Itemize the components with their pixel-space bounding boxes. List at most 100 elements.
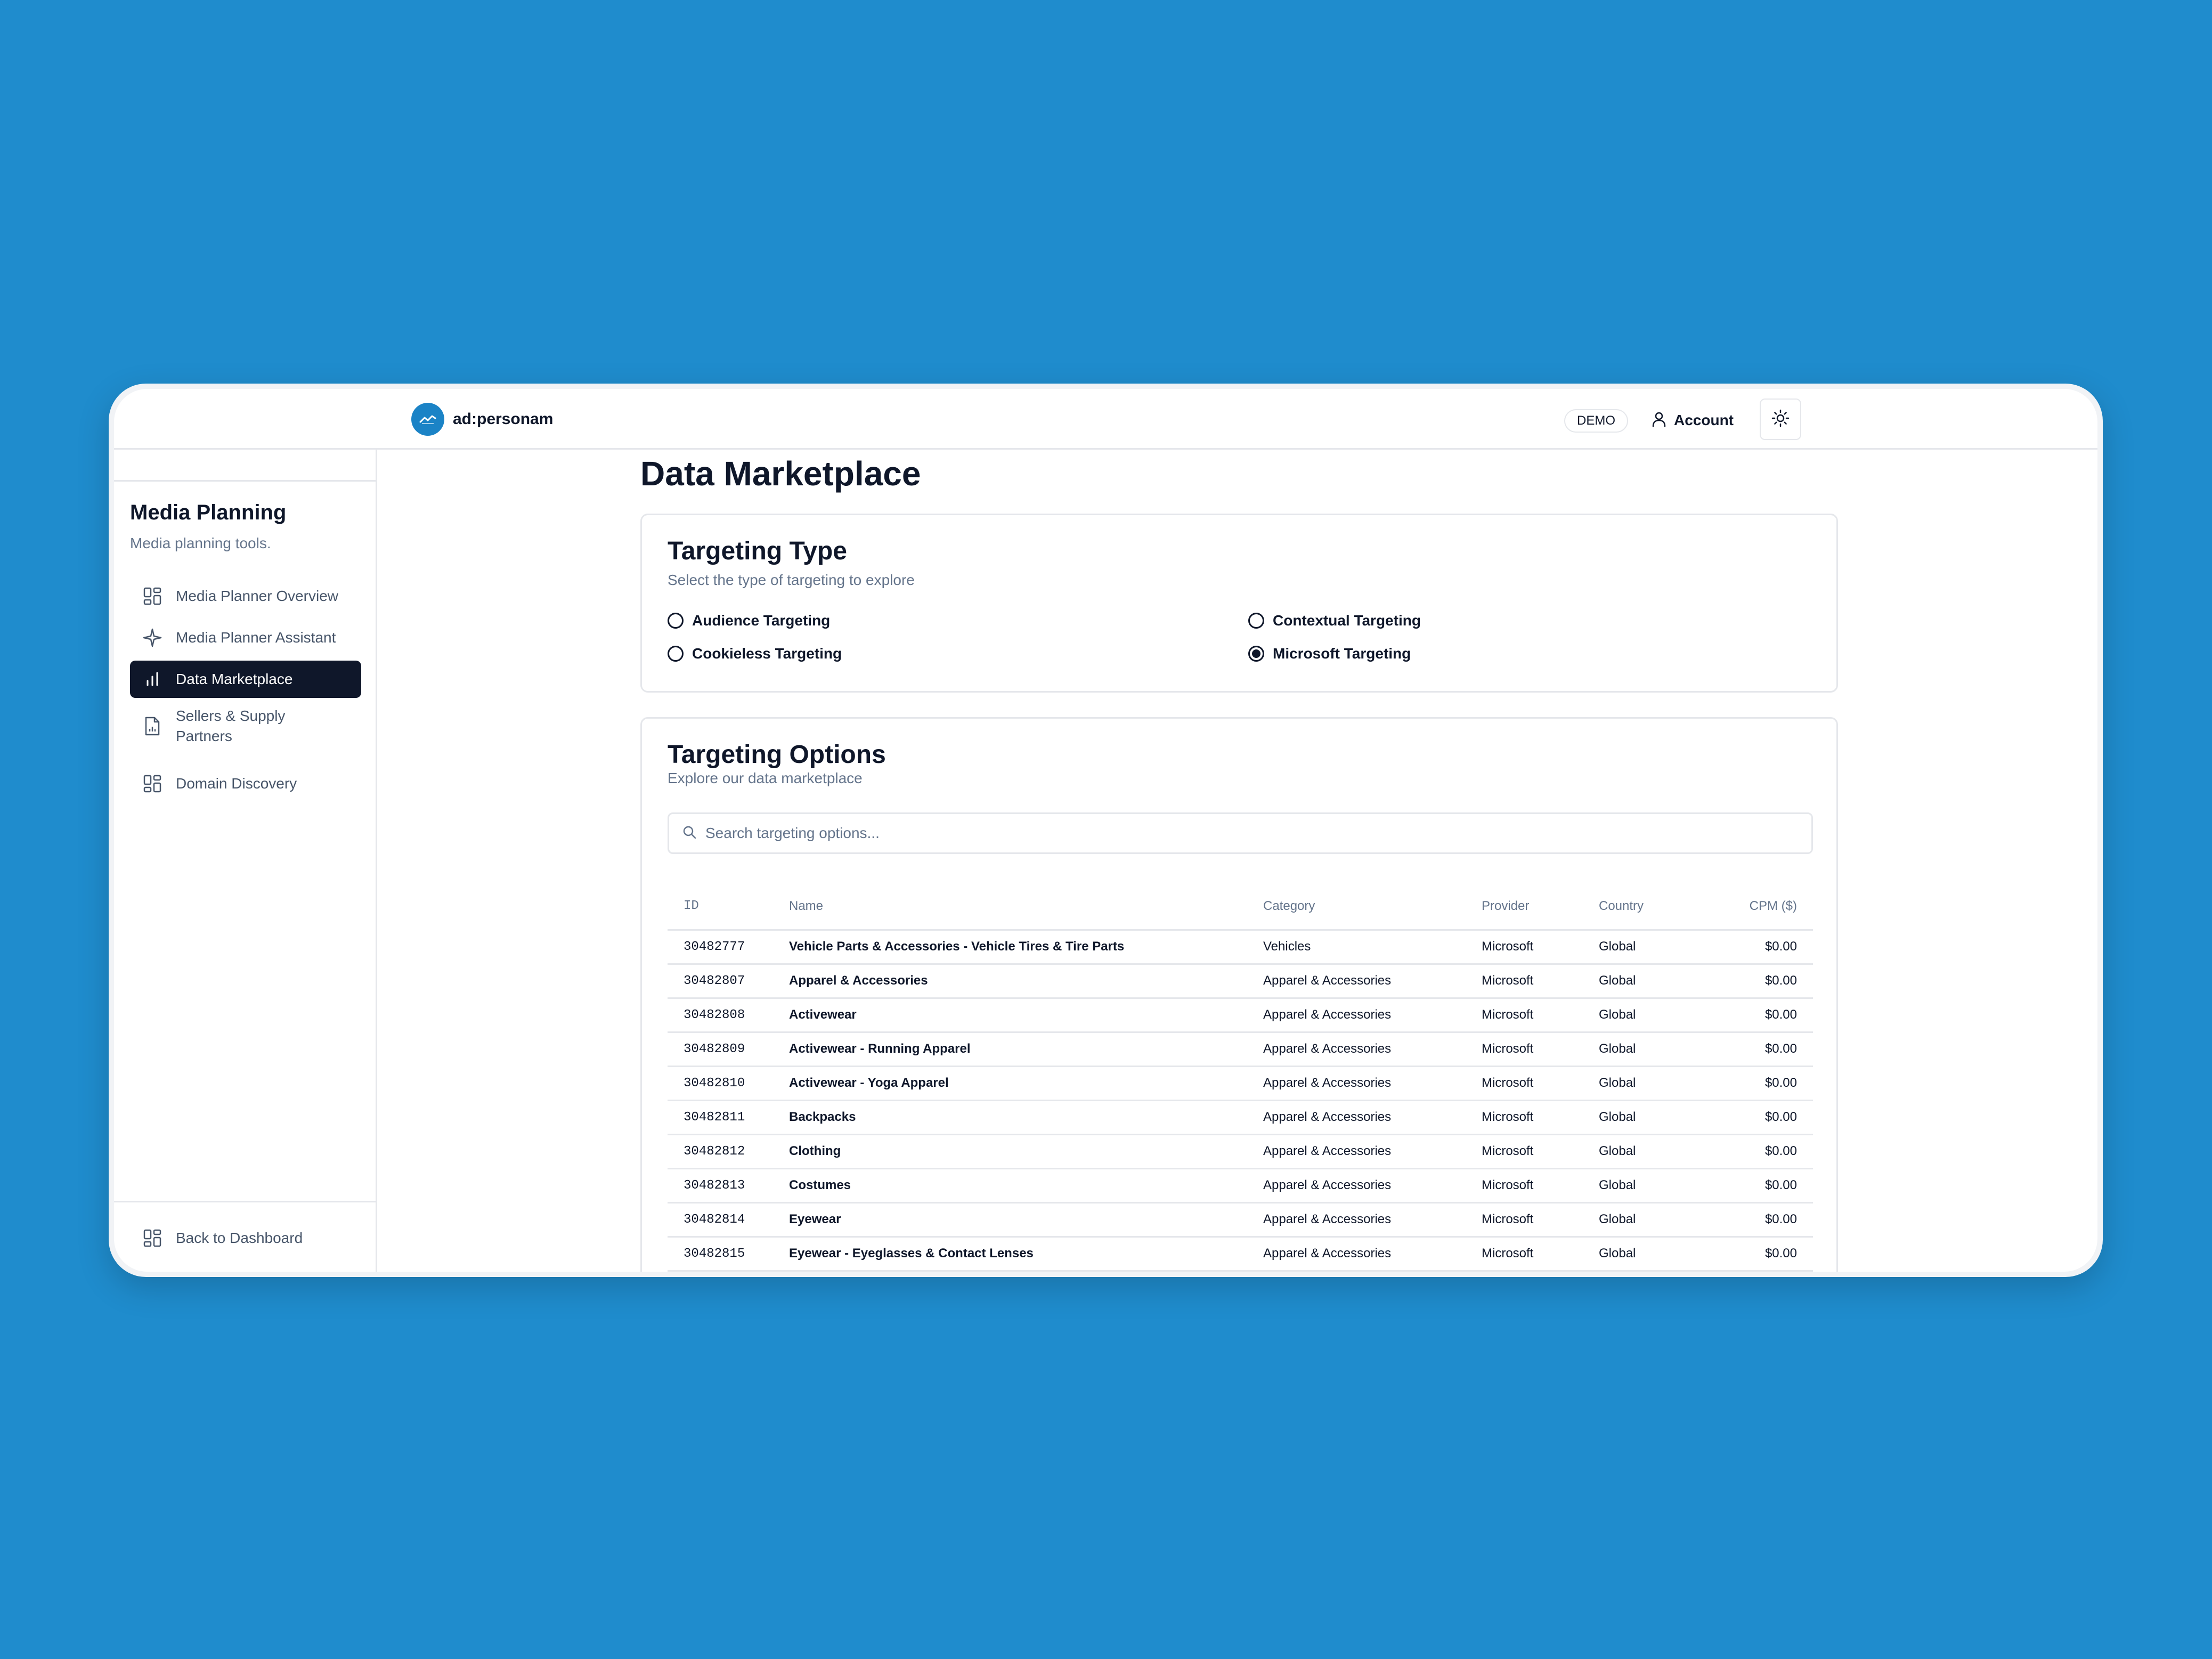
cell-cpm: $0.00 xyxy=(1732,964,1813,999)
sidebar-item-label: Media Planner Assistant xyxy=(176,629,336,646)
cell-category: Apparel & Accessories xyxy=(1263,1202,1482,1238)
sidebar-item-media-planner-overview[interactable]: Media Planner Overview xyxy=(130,578,361,615)
sparkle-icon xyxy=(143,628,162,647)
back-to-dashboard-label: Back to Dashboard xyxy=(176,1230,303,1246)
cell-name: Eyewear xyxy=(789,1202,1263,1238)
column-header-cpm[interactable]: CPM ($) xyxy=(1732,899,1813,931)
cell-name: Eyewear - Eyeglasses & Contact Lenses xyxy=(789,1237,1263,1272)
targeting-options-table: ID Name Category Provider Country CPM ($… xyxy=(668,899,1813,1272)
radio-contextual-targeting[interactable]: Contextual Targeting xyxy=(1248,612,1421,629)
cell-country: Global xyxy=(1599,1100,1732,1135)
table-row[interactable]: 30482809 Activewear - Running Apparel Appa… xyxy=(668,1032,1813,1067)
cell-cpm: $0.00 xyxy=(1732,1100,1813,1135)
top-bar: ad:personam DEMO Account xyxy=(114,389,2097,450)
sidebar-subtitle: Media planning tools. xyxy=(130,535,271,551)
cell-provider: Microsoft xyxy=(1482,1066,1599,1101)
table-row[interactable]: 30482814 Eyewear Apparel & Accessories Micr… xyxy=(668,1202,1813,1238)
cell-category: Apparel & Accessories xyxy=(1263,1168,1482,1203)
column-header-provider[interactable]: Provider xyxy=(1482,899,1599,931)
cell-cpm: $0.00 xyxy=(1732,1168,1813,1203)
cell-provider: Microsoft xyxy=(1482,998,1599,1033)
demo-badge: DEMO xyxy=(1564,409,1628,433)
sidebar-item-label: Media Planner Overview xyxy=(176,588,339,604)
table-row[interactable]: 30482807 Apparel & Accessories Apparel & A… xyxy=(668,964,1813,999)
grid-icon xyxy=(143,587,162,606)
search-field[interactable] xyxy=(668,812,1813,854)
cell-id: 30482814 xyxy=(668,1202,789,1238)
brand-name: ad:personam xyxy=(453,410,554,428)
sun-icon xyxy=(1771,409,1790,430)
cell-name: Activewear - Running Apparel xyxy=(789,1032,1263,1067)
radio-label: Audience Targeting xyxy=(692,612,831,629)
grid-icon xyxy=(143,774,162,793)
brand-logo-icon xyxy=(411,403,444,436)
radio-button[interactable] xyxy=(668,613,684,629)
cell-category: Apparel & Accessories xyxy=(1263,964,1482,999)
radio-label: Contextual Targeting xyxy=(1273,612,1421,629)
search-icon xyxy=(682,825,697,842)
brand[interactable]: ad:personam xyxy=(411,403,553,436)
radio-cookieless-targeting[interactable]: Cookieless Targeting xyxy=(668,645,842,662)
cell-id: 30482811 xyxy=(668,1100,789,1135)
cell-cpm: $0.00 xyxy=(1732,1202,1813,1238)
cell-provider: Microsoft xyxy=(1482,964,1599,999)
radio-button[interactable] xyxy=(1248,613,1264,629)
table-row[interactable]: 30482808 Activewear Apparel & Accessories M… xyxy=(668,998,1813,1033)
cell-id: 30482810 xyxy=(668,1066,789,1101)
cell-cpm: $0.00 xyxy=(1732,998,1813,1033)
radio-audience-targeting[interactable]: Audience Targeting xyxy=(668,612,830,629)
radio-microsoft-targeting[interactable]: Microsoft Targeting xyxy=(1248,645,1411,662)
app-window: ad:personam DEMO Account Media Planning … xyxy=(114,389,2097,1272)
table-body: 30482777 Vehicle Parts & Accessories - Ve… xyxy=(668,930,1813,1272)
cell-name: Activewear xyxy=(789,998,1263,1033)
table-row[interactable]: 30482810 Activewear - Yoga Apparel Apparel… xyxy=(668,1066,1813,1101)
table-row[interactable]: 30482815 Eyewear - Eyeglasses & Contact L… xyxy=(668,1237,1813,1272)
cell-cpm: $0.00 xyxy=(1732,1134,1813,1169)
cell-name: Activewear - Yoga Apparel xyxy=(789,1066,1263,1101)
cell-category: Apparel & Accessories xyxy=(1263,1100,1482,1135)
column-header-category[interactable]: Category xyxy=(1263,899,1482,931)
sidebar-item-domain-discovery[interactable]: Domain Discovery xyxy=(130,765,361,802)
column-header-id[interactable]: ID xyxy=(668,899,789,931)
targeting-type-description: Select the type of targeting to explore xyxy=(668,572,915,588)
sidebar-item-label: Data Marketplace xyxy=(176,671,293,687)
column-header-country[interactable]: Country xyxy=(1599,899,1732,931)
targeting-type-title: Targeting Type xyxy=(668,537,847,565)
radio-dot xyxy=(1252,649,1260,658)
cell-name: Clothing xyxy=(789,1134,1263,1169)
sidebar-item-label: Domain Discovery xyxy=(176,775,297,792)
sidebar-title: Media Planning xyxy=(130,501,287,524)
table-row[interactable]: 30482813 Costumes Apparel & Accessories Mic… xyxy=(668,1168,1813,1203)
cell-provider: Microsoft xyxy=(1482,930,1599,965)
table-row[interactable]: 30482777 Vehicle Parts & Accessories - Ve… xyxy=(668,930,1813,965)
theme-toggle-button[interactable] xyxy=(1760,399,1801,440)
account-button[interactable]: Account xyxy=(1652,405,1734,436)
back-to-dashboard-link[interactable]: Back to Dashboard xyxy=(130,1219,361,1257)
radio-button[interactable] xyxy=(668,646,684,662)
cell-cpm: $0.00 xyxy=(1732,1032,1813,1067)
bar-chart-icon xyxy=(143,670,162,689)
cell-category: Apparel & Accessories xyxy=(1263,1066,1482,1101)
targeting-type-card: Targeting Type Select the type of target… xyxy=(640,514,1838,693)
sidebar-item-sellers-supply-partners[interactable]: Sellers & Supply Partners xyxy=(130,702,361,750)
sidebar-item-data-marketplace[interactable]: Data Marketplace xyxy=(130,661,361,698)
search-input[interactable] xyxy=(705,825,1771,842)
targeting-options-description: Explore our data marketplace xyxy=(668,770,863,786)
cell-category: Vehicles xyxy=(1263,930,1482,965)
cell-id: 30482809 xyxy=(668,1032,789,1067)
radio-button-selected[interactable] xyxy=(1248,646,1264,662)
table-row[interactable]: 30482811 Backpacks Apparel & Accessories Mi… xyxy=(668,1100,1813,1135)
radio-label: Cookieless Targeting xyxy=(692,645,842,662)
cell-cpm: $0.00 xyxy=(1732,930,1813,965)
sidebar-item-media-planner-assistant[interactable]: Media Planner Assistant xyxy=(130,619,361,656)
cell-category: Apparel & Accessories xyxy=(1263,998,1482,1033)
table-row[interactable]: 30482812 Clothing Apparel & Accessories Mic… xyxy=(668,1134,1813,1169)
cell-country: Global xyxy=(1599,1168,1732,1203)
device-frame: ad:personam DEMO Account Media Planning … xyxy=(109,384,2103,1277)
cell-id: 30482813 xyxy=(668,1168,789,1203)
divider xyxy=(114,480,376,482)
cell-country: Global xyxy=(1599,930,1732,965)
cell-country: Global xyxy=(1599,1032,1732,1067)
cell-id: 30482808 xyxy=(668,998,789,1033)
column-header-name[interactable]: Name xyxy=(789,899,1263,931)
